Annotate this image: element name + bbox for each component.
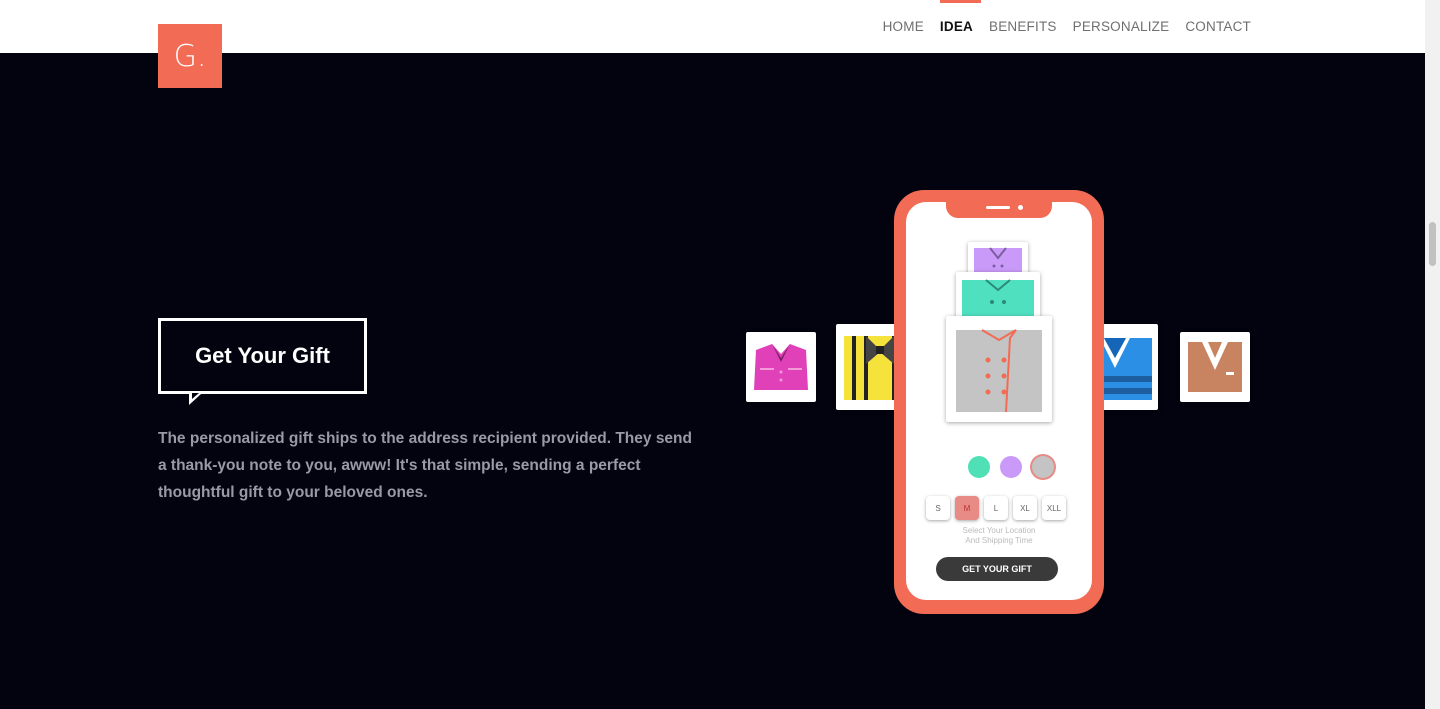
nav-idea[interactable]: IDEA (939, 0, 982, 53)
location-text: Select Your Location And Shipping Time (906, 526, 1092, 546)
phone-notch (946, 202, 1052, 218)
gray-jacket-card (946, 316, 1052, 422)
location-line-1: Select Your Location (962, 526, 1036, 535)
scrollbar-thumb[interactable] (1429, 222, 1436, 266)
brown-blazer-icon (1188, 342, 1242, 392)
color-option-purple[interactable] (1000, 456, 1022, 478)
size-option[interactable]: S (926, 496, 950, 520)
teal-jacket-card (956, 272, 1040, 318)
size-option[interactable]: XLL (1042, 496, 1066, 520)
location-line-2: And Shipping Time (965, 536, 1033, 545)
teal-chef-jacket-icon (962, 279, 1034, 318)
brown-blazer-card (1180, 332, 1250, 402)
nav-personalize[interactable]: PERSONALIZE (1073, 0, 1170, 53)
nav-contact[interactable]: CONTACT (1185, 0, 1251, 53)
size-option[interactable]: XL (1013, 496, 1037, 520)
color-option-teal[interactable] (968, 456, 990, 478)
get-your-gift-button[interactable]: GET YOUR GIFT (936, 557, 1058, 581)
size-option-selected[interactable]: M (955, 496, 979, 520)
pink-shirt-card (746, 332, 816, 402)
scrollbar[interactable] (1425, 0, 1440, 709)
speech-bubble-title: Get Your Gift (158, 318, 367, 405)
gray-chef-jacket-icon (956, 329, 1042, 413)
phone-frame: S M L XL XLL Select Your Location And Sh… (894, 190, 1104, 614)
pink-shirt-icon (754, 344, 808, 390)
nav-home[interactable]: HOME (883, 0, 924, 53)
color-option-gray[interactable] (1032, 456, 1054, 478)
bubble-title-text: Get Your Gift (195, 343, 330, 368)
color-options (968, 456, 1054, 478)
hero-description: The personalized gift ships to the addre… (158, 430, 692, 501)
phone-screen: S M L XL XLL Select Your Location And Sh… (906, 202, 1092, 600)
size-option[interactable]: L (984, 496, 1008, 520)
nav-benefits[interactable]: BENEFITS (989, 0, 1057, 53)
logo[interactable]: G. (158, 24, 222, 88)
phone-illustration: S M L XL XLL Select Your Location And Sh… (740, 188, 1260, 618)
main-nav: HOME IDEA BENEFITS PERSONALIZE CONTACT (883, 0, 1251, 53)
size-selector: S M L XL XLL (926, 496, 1066, 520)
